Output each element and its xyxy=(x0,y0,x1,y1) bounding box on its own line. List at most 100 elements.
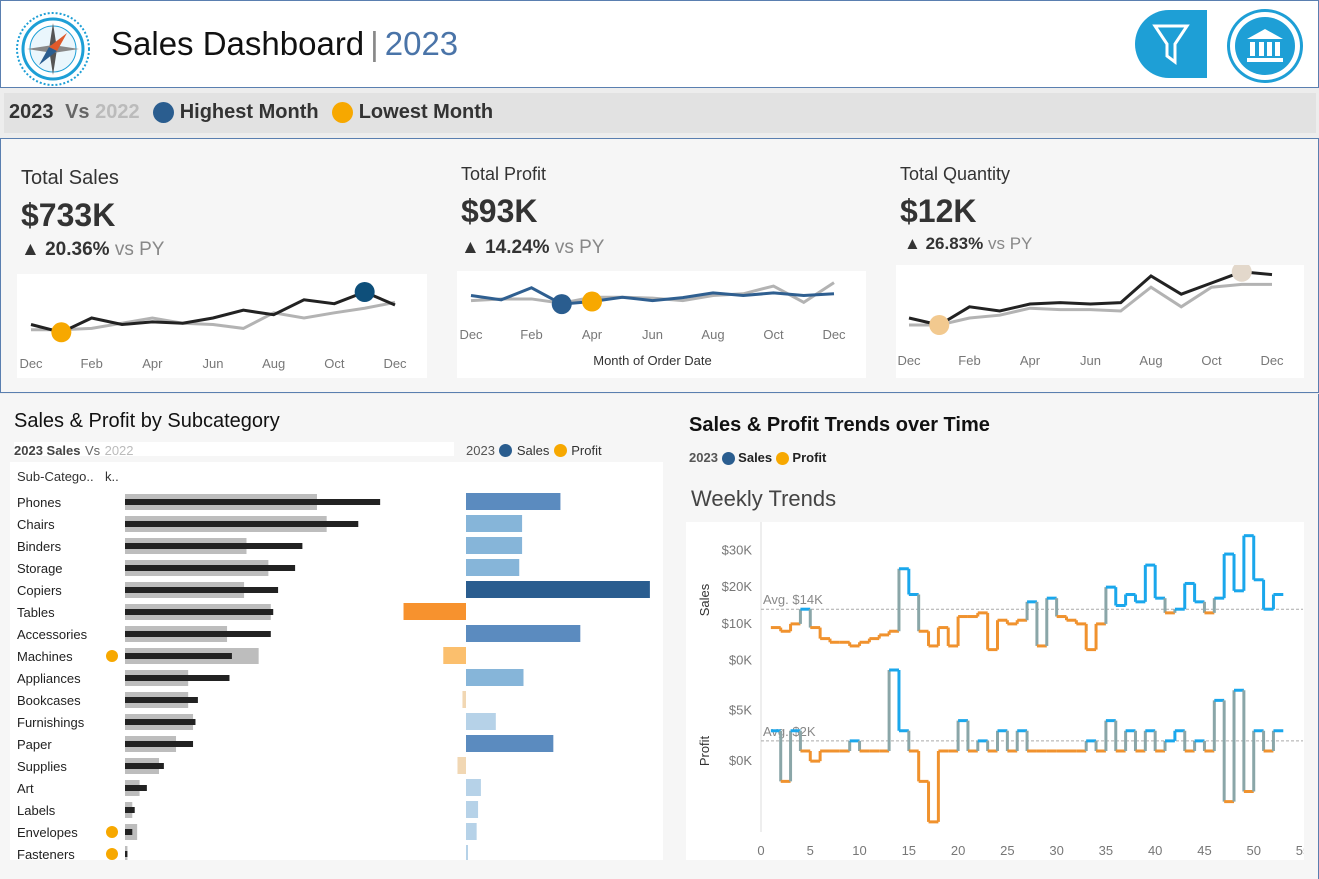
current-year-bar xyxy=(125,785,147,791)
filter-button[interactable] xyxy=(1135,10,1207,78)
subcat-legend-previous: 2022 xyxy=(104,443,134,458)
subcategory-title: Sales & Profit by Subcategory xyxy=(14,410,280,432)
subcategory-label: Phones xyxy=(17,495,62,510)
current-year-bar xyxy=(125,587,279,593)
profit-bar xyxy=(466,625,581,642)
kpi-quantity-delta: ▲ 26.83% vs PY xyxy=(904,234,1032,254)
x-axis-label: Month of Order Date xyxy=(593,353,712,368)
page-title: Sales Dashboard | 2023 xyxy=(111,25,458,63)
title-text: Sales Dashboard xyxy=(111,25,365,62)
delta-value: 14.24% xyxy=(485,237,550,258)
current-year-bar xyxy=(125,807,135,813)
x-tick-label: Aug xyxy=(701,327,724,342)
kpi-sales-delta: ▲ 20.36% vs PY xyxy=(21,239,164,261)
x-tick-label: 55 xyxy=(1296,843,1304,858)
subcat-legend-left: 2023 Sales Vs 2022 xyxy=(14,442,454,458)
subcategory-label: Storage xyxy=(17,561,63,576)
trends-legend-profit: Profit xyxy=(792,450,827,465)
profit-bar xyxy=(466,559,520,576)
profit-dot xyxy=(553,444,567,458)
compass-icon xyxy=(16,12,90,86)
x-tick-label: 20 xyxy=(951,843,965,858)
profit-bar xyxy=(466,515,523,532)
bank-button[interactable] xyxy=(1227,9,1303,83)
profit-bar xyxy=(466,779,481,796)
lowest-month-marker xyxy=(51,322,72,343)
lowest-month-marker xyxy=(929,315,950,335)
x-tick-label: Dec xyxy=(822,327,846,342)
delta-vs: vs PY xyxy=(114,239,165,260)
subcategory-label: Labels xyxy=(17,803,56,818)
kpi-quantity-label: Total Quantity xyxy=(900,164,1011,184)
current-year-line xyxy=(908,270,1273,327)
weekly-trends-subtitle: Weekly Trends xyxy=(691,486,837,511)
subcategory-label: Fasteners xyxy=(17,847,75,860)
delta-arrow: ▲ xyxy=(904,234,921,253)
y-tick-label: $20K xyxy=(722,579,753,594)
y-tick-label: $10K xyxy=(722,616,753,631)
profit-bar xyxy=(466,735,554,752)
quantity-sparkline: Dec Feb Apr Jun Aug Oct Dec xyxy=(896,265,1304,378)
kpi-profit-label: Total Profit xyxy=(461,164,547,184)
profit-sparkline: Dec Feb Apr Jun Aug Oct Dec Month of Order Date xyxy=(457,271,866,378)
x-tick-label: Jun xyxy=(642,327,663,342)
y-tick-label: $0K xyxy=(729,753,752,768)
subcat-legend-right: 2023 Sales Profit xyxy=(466,442,602,460)
x-tick-label: 30 xyxy=(1049,843,1063,858)
x-tick-label: Oct xyxy=(763,327,784,342)
x-tick-label: 0 xyxy=(757,843,764,858)
x-tick-label: Apr xyxy=(582,327,603,342)
legend-current-year: 2023 xyxy=(9,101,54,124)
profit-loss-marker xyxy=(106,848,118,860)
x-tick-label: Aug xyxy=(1139,353,1162,368)
subcategory-label: Tables xyxy=(17,605,55,620)
y-tick-label: $0K xyxy=(729,653,752,668)
x-tick-label: Dec xyxy=(383,356,407,371)
subcategory-label: Paper xyxy=(17,737,52,752)
average-label: Avg. $14K xyxy=(763,592,823,607)
trends-legend: 2023 Sales Profit xyxy=(689,450,827,466)
subcat-legend-sales: Sales xyxy=(516,443,550,458)
x-tick-label: 5 xyxy=(807,843,814,858)
funnel-icon xyxy=(1152,24,1190,65)
delta-vs: vs PY xyxy=(987,234,1033,253)
sales-dot xyxy=(499,444,513,458)
current-year-bar xyxy=(125,741,194,747)
profit-bar xyxy=(466,713,496,730)
subcategory-label: Bookcases xyxy=(17,693,81,708)
subcategory-label: Supplies xyxy=(17,759,67,774)
current-year-bar xyxy=(125,653,232,659)
subcategory-label: Chairs xyxy=(17,517,55,532)
trends-legend-year: 2023 xyxy=(689,450,718,465)
sales-dot xyxy=(721,452,735,466)
kpi-profit-value: $93K xyxy=(461,193,538,229)
profit-bar xyxy=(466,801,479,818)
x-tick-label: Apr xyxy=(1020,353,1041,368)
x-tick-label: 15 xyxy=(902,843,916,858)
sales-sparkline: Dec Feb Apr Jun Aug Oct Dec xyxy=(17,274,427,378)
subcat-legend-year: 2023 xyxy=(466,443,495,458)
highest-month-marker xyxy=(354,282,375,302)
current-year-bar xyxy=(125,543,303,549)
profit-bar xyxy=(462,691,466,708)
subcat-col-header2: k.. xyxy=(105,469,119,484)
legend-highest: Highest Month xyxy=(179,101,319,124)
delta-value: 26.83% xyxy=(925,234,984,253)
trends-panel: Sales & Profit Trends over Time 2023 Sal… xyxy=(676,394,1319,879)
highest-month-marker xyxy=(551,294,572,315)
profit-bar xyxy=(466,537,523,554)
x-tick-label: 40 xyxy=(1148,843,1162,858)
y-tick-label: $30K xyxy=(722,542,753,557)
x-tick-label: Oct xyxy=(1201,353,1222,368)
weekly-trends-chart: Sales $0K $10K $20K $30K Avg. $14K Profit $0K $5… xyxy=(686,522,1304,860)
subcat-col-header: Sub-Catego.. xyxy=(17,469,94,484)
subcategory-chart: Sub-Catego.. k.. Phones Chairs Binders Stor… xyxy=(10,462,663,860)
x-tick-label: 45 xyxy=(1197,843,1211,858)
trends-legend-sales: Sales xyxy=(738,450,773,465)
profit-bar xyxy=(443,647,466,664)
current-year-bar xyxy=(125,697,198,703)
current-year-bar xyxy=(125,829,133,835)
subcat-legend-current: 2023 Sales xyxy=(14,443,81,458)
header-bar: Sales Dashboard | 2023 xyxy=(0,0,1319,88)
subcategory-label: Appliances xyxy=(17,671,81,686)
